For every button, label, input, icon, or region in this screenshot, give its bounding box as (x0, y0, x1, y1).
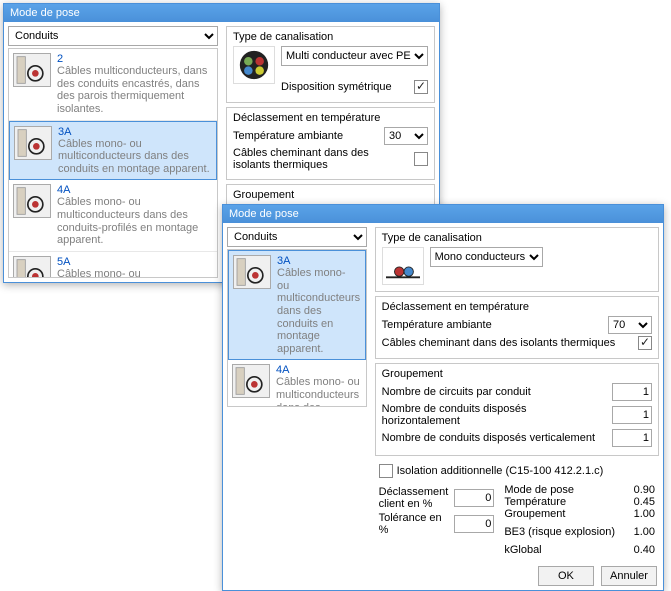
item-desc: Câbles mono- ou multiconducteurs dans de… (276, 376, 362, 407)
kv-mode-val: 0.90 (625, 484, 655, 496)
kv-temp-val: 0.45 (625, 496, 655, 508)
list-item[interactable]: 3ACâbles mono- ou multiconducteurs dans … (228, 250, 366, 360)
cancel-button[interactable]: Annuler (601, 566, 657, 586)
mode-thumb-icon (13, 53, 51, 87)
group-title: Groupement (382, 368, 652, 380)
tol-label: Tolérance en % (379, 512, 449, 536)
cable-type-icon (233, 46, 275, 84)
temp-amb-select[interactable]: 70 (608, 316, 652, 334)
item-code: 5A (57, 256, 213, 268)
kv-be3-val: 1.00 (625, 526, 655, 538)
item-code: 4A (276, 364, 362, 376)
group-title: Groupement (233, 189, 428, 201)
mode-list[interactable]: 3ACâbles mono- ou multiconducteurs dans … (227, 249, 367, 407)
item-desc: Câbles mono- ou multiconducteurs dans de… (57, 196, 213, 247)
item-desc: Câbles mono- ou multiconducteurs dans de… (58, 138, 212, 176)
item-desc: Câbles mono- ou multiconducteurs dans de… (57, 268, 213, 278)
title-bar: Mode de pose (223, 205, 663, 223)
cables-iso-label: Câbles cheminant dans des isolants therm… (382, 337, 632, 349)
canal-select[interactable]: Multi conducteur avec PE (281, 46, 428, 66)
mode-thumb-icon (13, 184, 51, 218)
nb-h-label: Nombre de conduits disposés horizontalem… (382, 403, 606, 427)
cables-iso-checkbox[interactable] (638, 336, 652, 350)
decl-client-input[interactable] (454, 489, 494, 507)
temp-amb-select[interactable]: 30 (384, 127, 428, 145)
list-item[interactable]: 2Câbles multiconducteurs, dans des condu… (9, 49, 217, 121)
declass-title: Déclassement en température (233, 112, 428, 124)
canal-title: Type de canalisation (233, 31, 428, 43)
dispo-sym-checkbox[interactable] (414, 80, 428, 94)
list-item[interactable]: 4ACâbles mono- ou multiconducteurs dans … (228, 360, 366, 407)
list-item[interactable]: 4ACâbles mono- ou multiconducteurs dans … (9, 180, 217, 252)
kv-kg: kGlobal (504, 544, 541, 556)
kv-temp: Température (504, 496, 566, 508)
mode-thumb-icon (232, 364, 270, 398)
mode-thumb-icon (13, 256, 51, 278)
nb-v-input[interactable] (612, 429, 652, 447)
item-code: 3A (277, 255, 361, 267)
mode-dropdown[interactable]: Conduits (8, 26, 218, 46)
kv-mode: Mode de pose (504, 484, 574, 496)
mode-thumb-icon (233, 255, 271, 289)
temp-amb-label: Température ambiante (382, 319, 602, 331)
dispo-sym-label: Disposition symétrique (281, 81, 408, 93)
temp-amb-label: Température ambiante (233, 130, 378, 142)
title-bar: Mode de pose (4, 4, 439, 22)
nb-circuits-label: Nombre de circuits par conduit (382, 386, 606, 398)
list-item[interactable]: 5ACâbles mono- ou multiconducteurs dans … (9, 252, 217, 278)
kv-kg-val: 0.40 (625, 544, 655, 556)
cables-iso-label: Câbles cheminant dans des isolants therm… (233, 147, 408, 171)
nb-v-label: Nombre de conduits disposés verticalemen… (382, 432, 606, 444)
cable-type-icon (382, 247, 424, 285)
kv-grp: Groupement (504, 508, 565, 520)
item-code: 2 (57, 53, 213, 65)
ok-button[interactable]: OK (538, 566, 594, 586)
mode-thumb-icon (14, 126, 52, 160)
iso-add-label: Isolation additionnelle (C15-100 412.2.1… (397, 465, 655, 477)
iso-add-checkbox[interactable] (379, 464, 393, 478)
tol-input[interactable] (454, 515, 494, 533)
mode-dropdown[interactable]: Conduits (227, 227, 367, 247)
canal-select[interactable]: Mono conducteurs (430, 247, 543, 267)
item-code: 4A (57, 184, 213, 196)
cables-iso-checkbox[interactable] (414, 152, 428, 166)
list-item[interactable]: 3ACâbles mono- ou multiconducteurs dans … (9, 121, 217, 181)
kv-be3: BE3 (risque explosion) (504, 526, 615, 538)
declass-title: Déclassement en température (382, 301, 652, 313)
mode-list[interactable]: 2Câbles multiconducteurs, dans des condu… (8, 48, 218, 278)
canal-title: Type de canalisation (382, 232, 652, 244)
decl-client-label: Déclassement client en % (379, 486, 449, 510)
item-desc: Câbles mono- ou multiconducteurs dans de… (277, 267, 361, 355)
kv-grp-val: 1.00 (625, 508, 655, 520)
item-code: 3A (58, 126, 212, 138)
nb-circuits-input[interactable] (612, 383, 652, 401)
item-desc: Câbles multiconducteurs, dans des condui… (57, 65, 213, 116)
nb-h-input[interactable] (612, 406, 652, 424)
